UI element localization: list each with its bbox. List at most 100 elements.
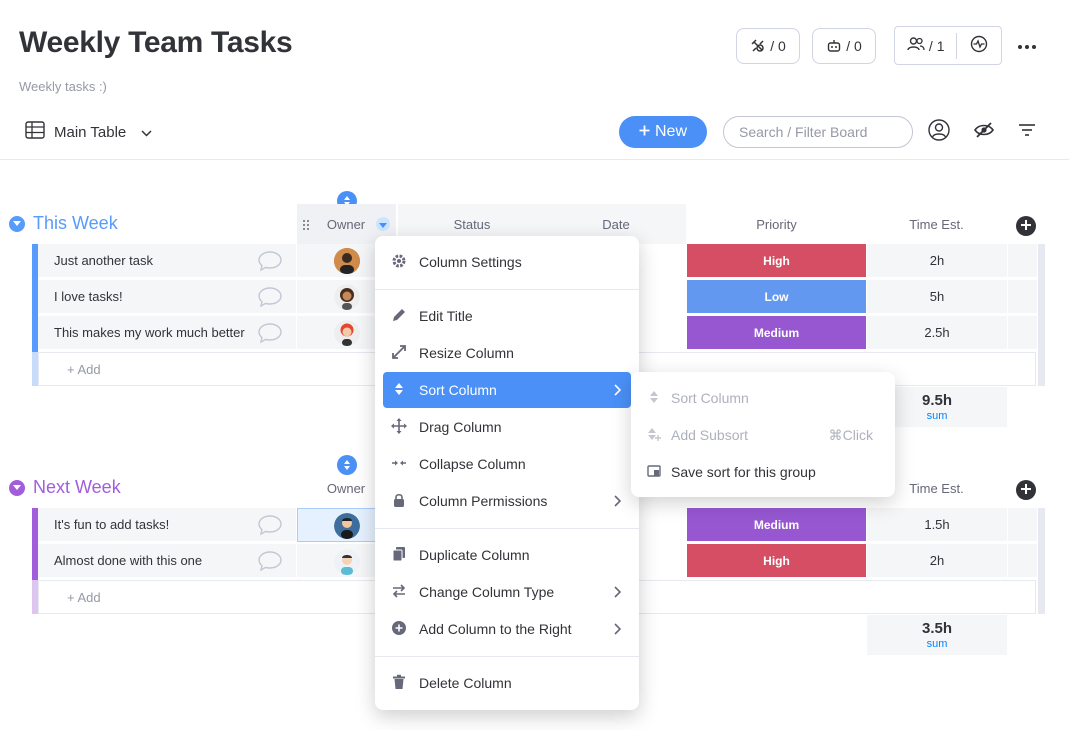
task-name[interactable]: This makes my work much better: [54, 325, 245, 340]
row-end-strip: [1038, 508, 1045, 614]
filter-button[interactable]: [1015, 120, 1039, 144]
menu-item-collapse-column[interactable]: Collapse Column: [383, 446, 631, 482]
priority-column-title[interactable]: Priority: [687, 217, 866, 232]
time-est-cell[interactable]: 1.5h: [867, 508, 1007, 542]
priority-cell[interactable]: High: [687, 544, 866, 578]
time-est-cell[interactable]: 2.5h: [867, 316, 1007, 350]
menu-item-label: Resize Column: [419, 345, 514, 361]
menu-item-resize-column[interactable]: Resize Column: [383, 335, 631, 371]
search-input[interactable]: [723, 116, 913, 148]
menu-item-column-permissions[interactable]: Column Permissions: [383, 483, 631, 519]
time-est-column-title[interactable]: Time Est.: [866, 217, 1007, 232]
date-column-title[interactable]: Date: [546, 217, 686, 232]
avatar[interactable]: [334, 248, 360, 274]
menu-separator: [375, 656, 639, 657]
chevron-down-icon[interactable]: [9, 215, 25, 232]
person-filter-button[interactable]: [927, 118, 951, 144]
resize-arrows-icon: [391, 344, 407, 363]
menu-item-edit-title[interactable]: Edit Title: [383, 298, 631, 334]
owner-column-title[interactable]: Owner: [318, 217, 374, 232]
task-name[interactable]: Almost done with this one: [54, 553, 202, 568]
menu-item-label: Sort Column: [419, 382, 497, 398]
add-item-label[interactable]: + Add: [67, 362, 101, 377]
owner-column-title[interactable]: Owner: [318, 481, 374, 496]
menu-item-duplicate-column[interactable]: Duplicate Column: [383, 537, 631, 573]
empty-cell: [1008, 280, 1037, 314]
empty-cell: [1008, 316, 1037, 350]
priority-cell[interactable]: High: [687, 244, 866, 278]
board-title[interactable]: Weekly Team Tasks: [19, 26, 293, 60]
menu-item-column-settings[interactable]: Column Settings: [383, 244, 631, 280]
avatar[interactable]: [334, 284, 360, 310]
avatar[interactable]: [334, 513, 360, 539]
status-column-title[interactable]: Status: [398, 217, 546, 232]
time-est-cell[interactable]: 5h: [867, 280, 1007, 314]
drag-handle-icon[interactable]: [302, 218, 310, 236]
menu-separator: [375, 289, 639, 290]
submenu-item-sort-column[interactable]: Sort Column: [639, 381, 887, 415]
menu-item-drag-column[interactable]: Drag Column: [383, 409, 631, 445]
view-selector[interactable]: Main Table: [25, 119, 152, 145]
comment-bubble-icon[interactable]: [257, 250, 283, 277]
comment-bubble-icon[interactable]: [257, 286, 283, 313]
menu-item-label: Collapse Column: [419, 456, 526, 472]
empty-cell: [1008, 544, 1037, 578]
sum-value: 9.5h: [921, 392, 952, 409]
menu-item-change-column-type[interactable]: Change Column Type: [383, 574, 631, 610]
menu-item-sort-column[interactable]: Sort Column: [383, 372, 631, 408]
empty-cell: [1008, 508, 1037, 542]
chevron-right-icon: [614, 622, 622, 638]
submenu-item-add-subsort[interactable]: Add Subsort ⌘Click: [639, 418, 887, 452]
robot-icon: [826, 38, 842, 54]
avatar[interactable]: [334, 549, 360, 575]
comment-bubble-icon[interactable]: [257, 550, 283, 577]
new-item-button[interactable]: New: [619, 116, 707, 148]
group-header-this-week[interactable]: This Week: [9, 213, 118, 234]
menu-item-delete-column[interactable]: Delete Column: [383, 665, 631, 701]
group-title[interactable]: This Week: [33, 213, 118, 234]
plus-icon: [639, 123, 650, 141]
members-button[interactable]: / 1: [895, 27, 956, 64]
add-column-button[interactable]: [1016, 480, 1036, 500]
automations-button[interactable]: / 0: [812, 28, 876, 64]
save-sort-icon: [647, 464, 661, 481]
plug-icon: [750, 38, 766, 54]
hide-columns-button[interactable]: [972, 120, 996, 144]
row-end-strip: [1038, 244, 1045, 386]
board-description[interactable]: Weekly tasks :): [19, 79, 107, 94]
time-est-cell[interactable]: 2h: [867, 544, 1007, 578]
menu-item-add-column-right[interactable]: Add Column to the Right: [383, 611, 631, 647]
collapse-icon: [391, 455, 407, 474]
menu-item-label: Column Settings: [419, 254, 522, 270]
sum-label: sum: [926, 410, 948, 422]
comment-bubble-icon[interactable]: [257, 514, 283, 541]
add-item-label[interactable]: + Add: [67, 590, 101, 605]
chevron-right-icon: [614, 494, 622, 510]
task-name[interactable]: It's fun to add tasks!: [54, 517, 169, 532]
time-est-cell[interactable]: 2h: [867, 244, 1007, 278]
sort-submenu: Sort Column Add Subsort ⌘Click Save sort…: [631, 372, 895, 497]
avatar[interactable]: [334, 320, 360, 346]
plus-circle-icon: [391, 620, 407, 639]
task-name[interactable]: Just another task: [54, 253, 153, 268]
comment-bubble-icon[interactable]: [257, 322, 283, 349]
priority-cell[interactable]: Medium: [687, 316, 866, 350]
activity-button[interactable]: [957, 27, 1001, 64]
integrations-button[interactable]: / 0: [736, 28, 800, 64]
group-title[interactable]: Next Week: [33, 477, 121, 498]
column-menu-toggle[interactable]: [376, 217, 390, 231]
chevron-down-icon: [141, 124, 152, 141]
group-header-next-week[interactable]: Next Week: [9, 477, 121, 498]
task-name[interactable]: I love tasks!: [54, 289, 123, 304]
menu-separator: [375, 528, 639, 529]
sort-indicator-icon[interactable]: [337, 455, 357, 475]
chevron-down-icon[interactable]: [9, 479, 25, 496]
gear-icon: [391, 253, 407, 272]
priority-cell[interactable]: Medium: [687, 508, 866, 542]
add-column-button[interactable]: [1016, 216, 1036, 236]
submenu-item-save-sort[interactable]: Save sort for this group: [639, 455, 887, 489]
view-label: Main Table: [54, 123, 127, 141]
new-button-label: New: [654, 123, 687, 140]
more-options-button[interactable]: [1014, 32, 1040, 58]
priority-cell[interactable]: Low: [687, 280, 866, 314]
